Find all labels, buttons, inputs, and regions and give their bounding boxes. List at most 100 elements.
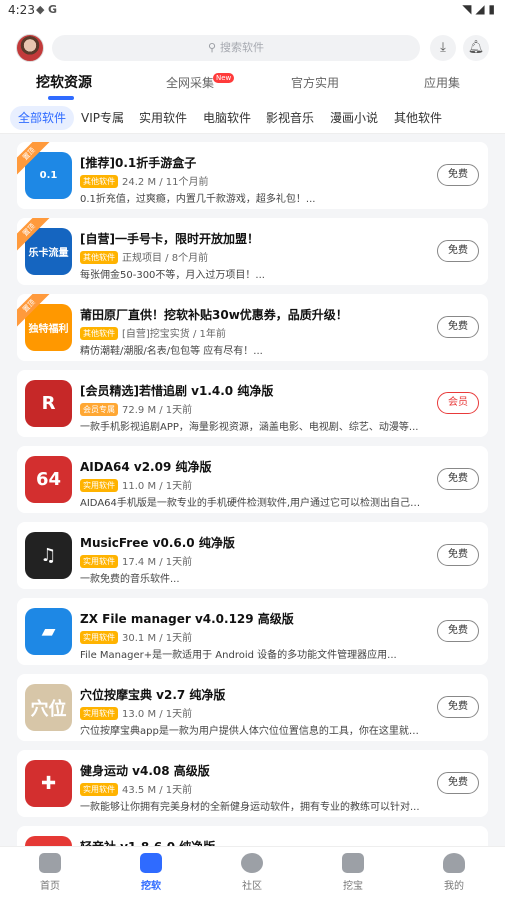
- app-icon: ✚: [25, 760, 72, 807]
- wifi-icon: ◥: [462, 2, 472, 16]
- app-card[interactable]: 64 AIDA64 v2.09 纯净版 实用软件 11.0 M / 1天前 AIDA64…: [17, 446, 488, 513]
- app-description: 穴位按摩宝典app是一款为用户提供人体穴位位置信息的工具，你在这里就可...: [80, 726, 425, 737]
- category-pc[interactable]: 电脑软件: [203, 106, 251, 130]
- nav-label: 社区: [242, 881, 262, 892]
- user-icon: [443, 853, 465, 873]
- nav-community[interactable]: 社区: [222, 853, 282, 892]
- free-download-button[interactable]: 免费: [437, 468, 479, 490]
- download-button[interactable]: ⤓: [430, 35, 456, 61]
- category-tag: 实用软件: [80, 707, 118, 720]
- category-vip[interactable]: VIP专属: [81, 106, 124, 130]
- vip-button[interactable]: 会员: [437, 392, 479, 414]
- app-description: 一款能够让你拥有完美身材的全新健身运动软件，拥有专业的教练可以针对...: [80, 802, 420, 813]
- nav-home[interactable]: 首页: [20, 853, 80, 892]
- new-badge: New: [213, 73, 235, 83]
- app-card[interactable]: ♫ MusicFree v0.6.0 纯净版 实用软件 17.4 M / 1天前 一款免…: [17, 522, 488, 589]
- battery-icon: ▮: [488, 2, 495, 16]
- app-meta: 其他软件 24.2 M / 11个月前: [80, 173, 209, 188]
- category-tag: 实用软件: [80, 479, 118, 492]
- top-bar: ⚲ 搜索软件 ⤓ 🔔︎: [0, 22, 505, 72]
- search-placeholder: 搜索软件: [220, 41, 265, 54]
- app-meta: 实用软件 11.0 M / 1天前: [80, 477, 192, 492]
- top-tabs: 挖软资源 全网采集 New 官方实用 应用集: [0, 72, 505, 102]
- app-meta: 其他软件 正规项目 / 8个月前: [80, 249, 208, 264]
- google-icon: G: [47, 3, 57, 16]
- app-title: [推荐]0.1折手游盒子: [80, 156, 197, 170]
- nav-wa-ruan[interactable]: 挖软: [121, 853, 181, 892]
- category-tabs: 全部软件 VIP专属 实用软件 电脑软件 影视音乐 漫画小说 其他软件: [0, 102, 505, 134]
- app-title: [自营]一手号卡，限时开放加盟！: [80, 232, 259, 246]
- nav-label: 挖软: [141, 881, 161, 892]
- category-tag: 会员专属: [80, 403, 118, 416]
- free-download-button[interactable]: 免费: [437, 316, 479, 338]
- search-icon: ⚲: [207, 41, 217, 54]
- app-list: 0.1 置顶 [推荐]0.1折手游盒子 其他软件 24.2 M / 11个月前 0.1折充…: [0, 134, 505, 846]
- size-and-date: 24.2 M / 11个月前: [122, 177, 209, 188]
- size-and-date: 17.4 M / 1天前: [122, 557, 193, 568]
- avatar[interactable]: [16, 34, 44, 62]
- tab-official-useful[interactable]: 官方实用: [291, 74, 339, 91]
- app-meta: 实用软件 43.5 M / 1天前: [80, 781, 192, 796]
- app-card[interactable]: ▰ ZX File manager v4.0.129 高级版 实用软件 30.1 M …: [17, 598, 488, 665]
- app-title: 莆田原厂直供！挖软补贴30w优惠券，品质升级！: [80, 308, 348, 322]
- size-and-date: 43.5 M / 1天前: [122, 785, 193, 796]
- free-download-button[interactable]: 免费: [437, 240, 479, 262]
- nav-label: 我的: [444, 881, 464, 892]
- tab-wa-ruan-resources[interactable]: 挖软资源: [36, 72, 92, 92]
- chat-icon: [241, 853, 263, 873]
- bell-icon: 🔔︎: [467, 40, 485, 55]
- category-utility[interactable]: 实用软件: [139, 106, 187, 130]
- nav-profile[interactable]: 我的: [424, 853, 484, 892]
- app-card[interactable]: 穴位 穴位按摩宝典 v2.7 纯净版 实用软件 13.0 M / 1天前 穴位按摩宝典a…: [17, 674, 488, 741]
- app-title: 穴位按摩宝典 v2.7 纯净版: [80, 688, 226, 702]
- category-video-music[interactable]: 影视音乐: [266, 106, 314, 130]
- status-time: 4:23: [8, 3, 35, 17]
- app-title: ZX File manager v4.0.129 高级版: [80, 612, 294, 626]
- active-tab-indicator: [48, 96, 74, 100]
- cat-icon: ◆: [36, 3, 45, 16]
- download-icon: ⤓: [440, 40, 446, 55]
- category-tag: 其他软件: [80, 175, 118, 188]
- free-download-button[interactable]: 免费: [437, 620, 479, 642]
- size-and-date: [自营]挖宝实货 / 1年前: [122, 329, 226, 340]
- app-title: AIDA64 v2.09 纯净版: [80, 460, 212, 474]
- free-download-button[interactable]: 免费: [437, 164, 479, 186]
- category-all[interactable]: 全部软件: [10, 106, 75, 130]
- app-card[interactable]: 乐卡流量 置顶 [自营]一手号卡，限时开放加盟！ 其他软件 正规项目 / 8个月前 每张佣…: [17, 218, 488, 285]
- size-and-date: 72.9 M / 1天前: [122, 405, 193, 416]
- free-download-button[interactable]: 免费: [437, 772, 479, 794]
- app-card[interactable]: R [会员精选]若惜追剧 v1.4.0 纯净版 会员专属 72.9 M / 1天前 一款…: [17, 370, 488, 437]
- notification-button[interactable]: 🔔︎: [463, 35, 489, 61]
- search-input[interactable]: ⚲ 搜索软件: [52, 35, 420, 61]
- app-icon: 64: [25, 456, 72, 503]
- status-right-icons: ◥ ◢ ▮: [462, 2, 495, 16]
- app-description: 精仿潮鞋/潮服/名表/包包等 应有尽有！...: [80, 346, 263, 357]
- app-meta: 其他软件 [自营]挖宝实货 / 1年前: [80, 325, 226, 340]
- app-card[interactable]: ✚ 健身运动 v4.08 高级版 实用软件 43.5 M / 1天前一款能够让你拥有完…: [17, 750, 488, 817]
- home-icon: [39, 853, 61, 873]
- free-download-button[interactable]: 免费: [437, 544, 479, 566]
- category-tag: 实用软件: [80, 631, 118, 644]
- free-download-button[interactable]: 免费: [437, 696, 479, 718]
- nav-treasure[interactable]: 挖宝: [323, 853, 383, 892]
- app-icon: ♫: [25, 532, 72, 579]
- tab-network-collect[interactable]: 全网采集: [166, 74, 214, 91]
- app-meta: 实用软件 13.0 M / 1天前: [80, 705, 192, 720]
- category-tag: 实用软件: [80, 783, 118, 796]
- category-tag: 其他软件: [80, 327, 118, 340]
- app-title: 轻音社 v1.8.6.0 纯净版: [80, 838, 215, 846]
- category-comic-novel[interactable]: 漫画小说: [330, 106, 378, 130]
- size-and-date: 正规项目 / 8个月前: [122, 253, 209, 264]
- bottom-nav: 首页 挖软 社区 挖宝 我的: [0, 846, 505, 898]
- category-other[interactable]: 其他软件: [394, 106, 442, 130]
- app-title: 健身运动 v4.08 高级版: [80, 764, 210, 778]
- app-meta: 会员专属 72.9 M / 1天前: [80, 401, 192, 416]
- app-description: File Manager+是一款适用于 Android 设备的多功能文件管理器应…: [80, 650, 397, 661]
- app-card[interactable]: 0.1 置顶 [推荐]0.1折手游盒子 其他软件 24.2 M / 11个月前 0.1折充…: [17, 142, 488, 209]
- app-card[interactable]: 独特福利 置顶 莆田原厂直供！挖软补贴30w优惠券，品质升级！ 其他软件 [自营]挖宝实…: [17, 294, 488, 361]
- app-description: AIDA64手机版是一款专业的手机硬件检测软件,用户通过它可以检测出自己的...: [80, 498, 425, 509]
- app-icon: [25, 836, 72, 846]
- app-card[interactable]: 轻音社 v1.8.6.0 纯净版: [17, 826, 488, 846]
- tab-app-collection[interactable]: 应用集: [424, 74, 460, 91]
- size-and-date: 11.0 M / 1天前: [122, 481, 193, 492]
